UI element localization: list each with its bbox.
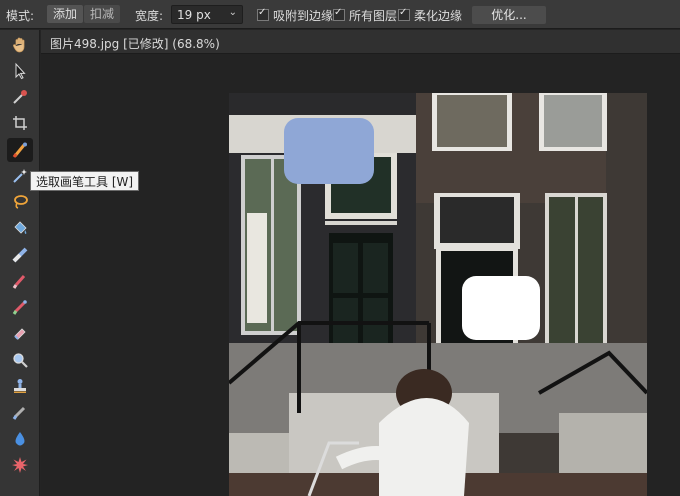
- eraser-tool-button[interactable]: [7, 321, 33, 345]
- brush-icon: [12, 275, 26, 289]
- snap-edges-label: 吸附到边缘: [273, 9, 334, 23]
- move-tool-button[interactable]: [7, 59, 33, 83]
- mode-subtract-button[interactable]: 扣减: [84, 5, 121, 23]
- options-bar: 模式: 添加 扣减 宽度: 19 px ⌄ 吸附到边缘 所有图层 柔化边缘 优化…: [0, 0, 680, 29]
- width-value: 19 px: [177, 8, 211, 22]
- smudge-icon: [12, 406, 26, 420]
- snap-edges-checkbox[interactable]: 吸附到边缘: [257, 7, 333, 23]
- gradient-icon: [12, 247, 28, 263]
- width-select[interactable]: 19 px ⌄: [171, 5, 243, 24]
- fanlight-grille: [440, 197, 514, 243]
- canvas-area[interactable]: [41, 54, 680, 496]
- cyclist-white-jacket: [379, 398, 469, 496]
- burst-icon: [12, 457, 28, 473]
- zoom-tool-button[interactable]: [7, 348, 33, 372]
- stamp-icon: [14, 379, 26, 393]
- lasso-tool-button[interactable]: [7, 190, 33, 214]
- optimize-button[interactable]: 优化...: [472, 6, 546, 24]
- eyedropper-icon: [13, 90, 27, 104]
- hand-tool-icon: [13, 37, 25, 53]
- eyedropper-tool-button[interactable]: [7, 85, 33, 109]
- blur-tool-button[interactable]: [7, 427, 33, 451]
- checkbox-checked-icon: [257, 7, 269, 21]
- document-title: 图片498.jpg [已修改] (68.8%): [50, 37, 220, 51]
- move-arrow-icon: [15, 62, 26, 80]
- document-tab[interactable]: 图片498.jpg [已修改] (68.8%): [41, 30, 680, 54]
- hand-tool-button[interactable]: [7, 33, 33, 57]
- selection-brush-icon: [12, 142, 27, 158]
- crop-icon: [13, 116, 27, 130]
- mode-add-button[interactable]: 添加: [47, 5, 84, 23]
- brush-tool-button[interactable]: [7, 269, 33, 293]
- lasso-icon: [14, 195, 28, 209]
- smudge-tool-button[interactable]: [7, 400, 33, 424]
- all-layers-checkbox[interactable]: 所有图层: [333, 7, 397, 23]
- checkbox-checked-icon: [333, 7, 345, 21]
- window-mullion: [271, 159, 274, 331]
- selection-brush-tool-button[interactable]: [7, 138, 33, 162]
- crop-tool-button[interactable]: [7, 111, 33, 135]
- top-window-right-glass: [437, 95, 507, 147]
- all-layers-label: 所有图层: [349, 9, 398, 23]
- door-panel: [333, 243, 358, 293]
- tool-tooltip: 选取画笔工具 [W]: [30, 171, 140, 191]
- bucket-fill-icon: [14, 221, 27, 234]
- zoom-icon: [13, 353, 28, 368]
- blur-drop-icon: [15, 432, 25, 446]
- stamp-tool-button[interactable]: [7, 374, 33, 398]
- mode-label: 模式:: [6, 9, 35, 23]
- healing-brush-icon: [12, 300, 27, 315]
- curtain: [247, 213, 267, 323]
- photo-canvas[interactable]: [229, 93, 647, 496]
- sharpen-tool-button[interactable]: [7, 453, 33, 477]
- eraser-icon: [14, 328, 26, 340]
- steps-left: [229, 433, 289, 473]
- door-panel: [363, 243, 388, 293]
- top-window-far-glass: [544, 95, 602, 147]
- checkbox-checked-icon: [398, 7, 410, 21]
- width-label: 宽度:: [135, 9, 164, 23]
- door-lintel-left: [325, 221, 397, 225]
- selection-mask-white: [462, 276, 540, 340]
- window-mullion: [575, 197, 578, 359]
- magic-wand-icon: [13, 169, 27, 183]
- selection-mask-blue: [284, 118, 374, 184]
- smooth-edges-label: 柔化边缘: [414, 9, 463, 23]
- fill-tool-button[interactable]: [7, 216, 33, 240]
- cornice-left: [229, 93, 416, 115]
- chevron-down-icon: ⌄: [228, 7, 237, 18]
- gradient-tool-button[interactable]: [7, 243, 33, 267]
- tool-panel: [0, 30, 40, 496]
- healing-tool-button[interactable]: [7, 295, 33, 319]
- smooth-edges-checkbox[interactable]: 柔化边缘: [398, 7, 462, 23]
- steps-right: [559, 413, 647, 473]
